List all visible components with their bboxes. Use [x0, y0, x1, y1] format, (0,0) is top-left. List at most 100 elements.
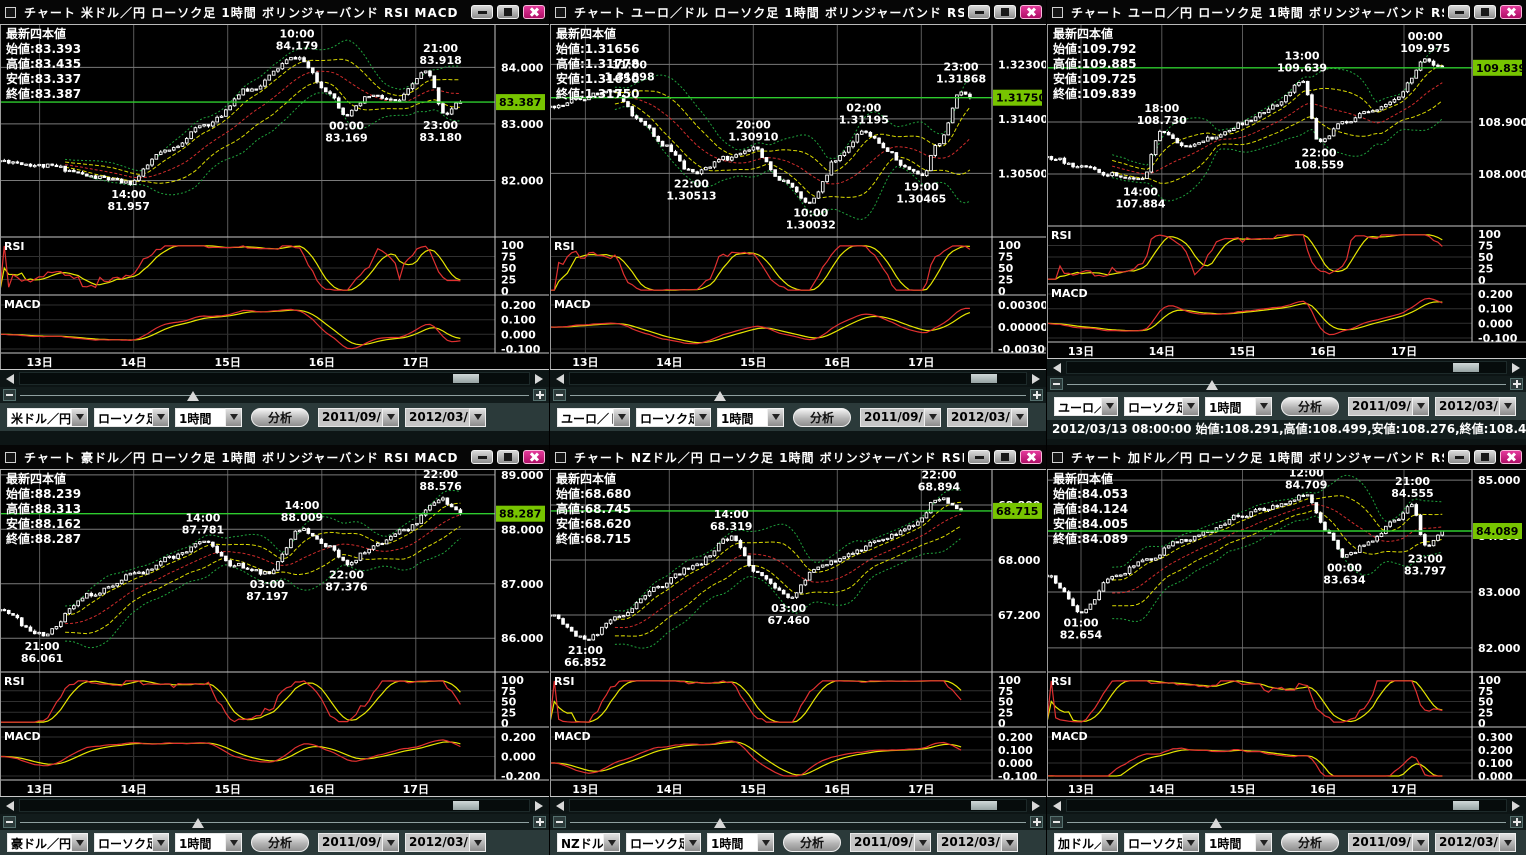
interval-dropdown-button[interactable]	[225, 408, 242, 427]
date-to-dropdown-button[interactable]	[1011, 408, 1028, 427]
scrollbar-track[interactable]	[569, 799, 1027, 812]
date-to-dropdown-button[interactable]	[469, 833, 486, 852]
interval-select[interactable]: 1時間	[717, 408, 784, 427]
minimize-button[interactable]	[471, 5, 493, 19]
zoom-out-button[interactable]	[1050, 816, 1063, 828]
scrollbar-track[interactable]	[1066, 361, 1507, 374]
date-from-select[interactable]: 2011/09/17	[1348, 833, 1429, 852]
date-from-select[interactable]: 2011/09/17	[860, 408, 941, 427]
zoom-thumb[interactable]	[192, 818, 204, 828]
date-to-select[interactable]: 2012/03/17	[405, 833, 486, 852]
interval-dropdown-button[interactable]	[757, 833, 774, 852]
pair-dropdown-button[interactable]	[1101, 833, 1118, 852]
analyze-button[interactable]: 分析	[783, 833, 841, 852]
zoom-out-button[interactable]	[3, 389, 16, 401]
type-dropdown-button[interactable]	[684, 833, 701, 852]
date-from-dropdown-button[interactable]	[924, 408, 941, 427]
date-from-select[interactable]: 2011/09/17	[318, 408, 399, 427]
date-to-select[interactable]: 2012/03/17	[1435, 397, 1516, 416]
analyze-button[interactable]: 分析	[251, 833, 309, 852]
scrollbar-thumb[interactable]	[971, 801, 997, 810]
pair-dropdown-button[interactable]	[603, 833, 620, 852]
scroll-right-button[interactable]	[1029, 372, 1043, 385]
pair-dropdown-button[interactable]	[1101, 397, 1118, 416]
pair-select[interactable]: ユーロ／円	[1054, 397, 1118, 416]
zoom-in-button[interactable]	[533, 816, 546, 828]
date-to-dropdown-button[interactable]	[1499, 397, 1516, 416]
scrollbar-track[interactable]	[19, 372, 530, 385]
scrollbar-track[interactable]	[569, 372, 1027, 385]
zoom-track[interactable]	[1067, 816, 1506, 828]
zoom-out-button[interactable]	[3, 816, 16, 828]
zoom-track[interactable]	[20, 389, 529, 401]
maximize-button[interactable]	[1474, 5, 1496, 19]
pair-select[interactable]: 米ドル／円	[7, 408, 88, 427]
chart-area[interactable]: 108.900108.000109.83900:00109.97513:0010…	[1047, 25, 1526, 359]
pair-select[interactable]: NZドル／円	[557, 833, 620, 852]
scrollbar-thumb[interactable]	[453, 374, 479, 383]
zoom-track[interactable]	[570, 389, 1026, 401]
scrollbar-track[interactable]	[19, 799, 530, 812]
type-dropdown-button[interactable]	[1182, 833, 1199, 852]
maximize-button[interactable]	[994, 5, 1016, 19]
chart-type-select[interactable]: ローソク足	[1124, 397, 1199, 416]
interval-dropdown-button[interactable]	[1255, 833, 1272, 852]
pair-select[interactable]: 豪ドル／円	[7, 833, 88, 852]
date-to-select[interactable]: 2012/03/17	[937, 833, 1018, 852]
interval-select[interactable]: 1時間	[175, 833, 242, 852]
close-button[interactable]	[1500, 450, 1522, 464]
zoom-track[interactable]	[1067, 378, 1506, 390]
analyze-button[interactable]: 分析	[251, 408, 309, 427]
chart-area[interactable]: 89.00088.00087.00086.00088.28722:0088.57…	[0, 470, 549, 797]
date-from-dropdown-button[interactable]	[914, 833, 931, 852]
scrollbar-thumb[interactable]	[1453, 363, 1479, 372]
date-to-select[interactable]: 2012/03/17	[405, 408, 486, 427]
date-from-dropdown-button[interactable]	[382, 833, 399, 852]
close-button[interactable]	[1500, 5, 1522, 19]
date-to-select[interactable]: 2012/03/17	[947, 408, 1028, 427]
zoom-thumb[interactable]	[187, 391, 199, 401]
date-from-select[interactable]: 2011/09/17	[1348, 397, 1429, 416]
chart-type-select[interactable]: ローソク足	[636, 408, 711, 427]
interval-select[interactable]: 1時間	[175, 408, 242, 427]
zoom-thumb[interactable]	[1210, 818, 1222, 828]
interval-dropdown-button[interactable]	[1255, 397, 1272, 416]
zoom-track[interactable]	[570, 816, 1026, 828]
zoom-track[interactable]	[20, 816, 529, 828]
minimize-button[interactable]	[968, 450, 990, 464]
zoom-thumb[interactable]	[714, 818, 726, 828]
scroll-left-button[interactable]	[553, 372, 567, 385]
maximize-button[interactable]	[1474, 450, 1496, 464]
scroll-right-button[interactable]	[1509, 799, 1523, 812]
pair-select[interactable]: 加ドル／円	[1054, 833, 1118, 852]
zoom-in-button[interactable]	[1510, 378, 1523, 390]
interval-select[interactable]: 1時間	[1205, 397, 1272, 416]
zoom-in-button[interactable]	[1030, 816, 1043, 828]
chart-area[interactable]: 1.323001.314001.305001.3175011:001.31898…	[550, 25, 1046, 370]
minimize-button[interactable]	[968, 5, 990, 19]
chart-area[interactable]: 84.00083.00082.00083.38710:0084.17921:00…	[0, 25, 549, 370]
chart-area[interactable]: 68.80068.00067.20068.71522:0068.89414:00…	[550, 470, 1046, 797]
type-dropdown-button[interactable]	[1182, 397, 1199, 416]
scroll-left-button[interactable]	[1050, 361, 1064, 374]
interval-dropdown-button[interactable]	[767, 408, 784, 427]
chart-type-select[interactable]: ローソク足	[94, 408, 169, 427]
zoom-thumb[interactable]	[714, 391, 726, 401]
scroll-right-button[interactable]	[532, 799, 546, 812]
close-button[interactable]	[523, 450, 545, 464]
type-dropdown-button[interactable]	[694, 408, 711, 427]
chart-type-select[interactable]: ローソク足	[1124, 833, 1199, 852]
analyze-button[interactable]: 分析	[1281, 397, 1339, 416]
date-from-dropdown-button[interactable]	[1412, 397, 1429, 416]
interval-select[interactable]: 1時間	[707, 833, 774, 852]
pair-dropdown-button[interactable]	[71, 408, 88, 427]
scroll-left-button[interactable]	[553, 799, 567, 812]
date-from-dropdown-button[interactable]	[382, 408, 399, 427]
zoom-in-button[interactable]	[1510, 816, 1523, 828]
chart-type-select[interactable]: ローソク足	[94, 833, 169, 852]
interval-dropdown-button[interactable]	[225, 833, 242, 852]
chart-type-select[interactable]: ローソク足	[626, 833, 701, 852]
pair-select[interactable]: ユーロ／ドル	[557, 408, 630, 427]
pair-dropdown-button[interactable]	[613, 408, 630, 427]
date-from-dropdown-button[interactable]	[1412, 833, 1429, 852]
